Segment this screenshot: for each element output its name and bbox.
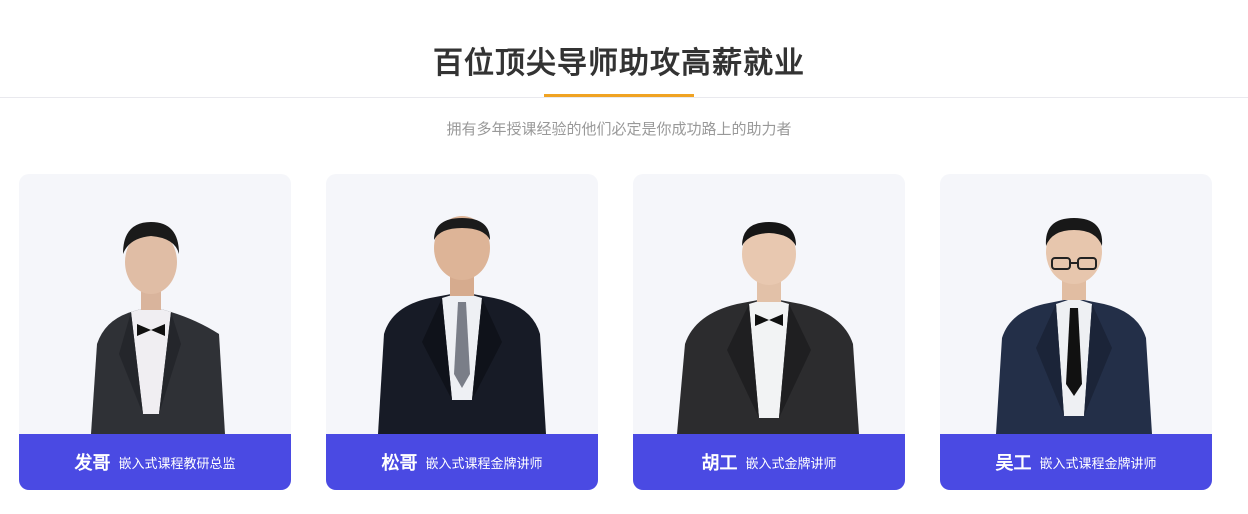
teacher-role: 嵌入式课程教研总监 (118, 456, 236, 472)
teacher-name: 吴工 (995, 453, 1032, 474)
teacher-photo (633, 174, 905, 434)
teacher-nameplate: 发哥 嵌入式课程教研总监 (19, 434, 291, 490)
teachers-section: 百位顶尖导师助攻高薪就业 拥有多年授课经验的他们必定是你成功路上的助力者 发哥 … (0, 0, 1248, 514)
teacher-photo (19, 174, 291, 434)
teacher-nameplate: 胡工 嵌入式金牌讲师 (633, 434, 905, 490)
teacher-photo (940, 174, 1212, 434)
section-subtitle: 拥有多年授课经验的他们必定是你成功路上的助力者 (446, 120, 792, 138)
teacher-card[interactable]: 松哥 嵌入式课程金牌讲师 (326, 174, 598, 490)
teacher-card[interactable]: 胡工 嵌入式金牌讲师 (633, 174, 905, 490)
divider-line (0, 97, 1248, 98)
teacher-nameplate: 松哥 嵌入式课程金牌讲师 (326, 434, 598, 490)
section-title: 百位顶尖导师助攻高薪就业 (433, 46, 805, 81)
teacher-card[interactable]: 吴工 嵌入式课程金牌讲师 (940, 174, 1212, 490)
teacher-role: 嵌入式课程金牌讲师 (1039, 456, 1157, 472)
teacher-role: 嵌入式课程金牌讲师 (425, 456, 543, 472)
teacher-name: 松哥 (381, 453, 418, 474)
teacher-name: 发哥 (74, 453, 111, 474)
teacher-role: 嵌入式金牌讲师 (745, 456, 837, 472)
teacher-card[interactable]: 发哥 嵌入式课程教研总监 (19, 174, 291, 490)
title-accent-underline (544, 94, 694, 97)
teacher-nameplate: 吴工 嵌入式课程金牌讲师 (940, 434, 1212, 490)
teacher-photo (326, 174, 598, 434)
teacher-name: 胡工 (701, 453, 738, 474)
